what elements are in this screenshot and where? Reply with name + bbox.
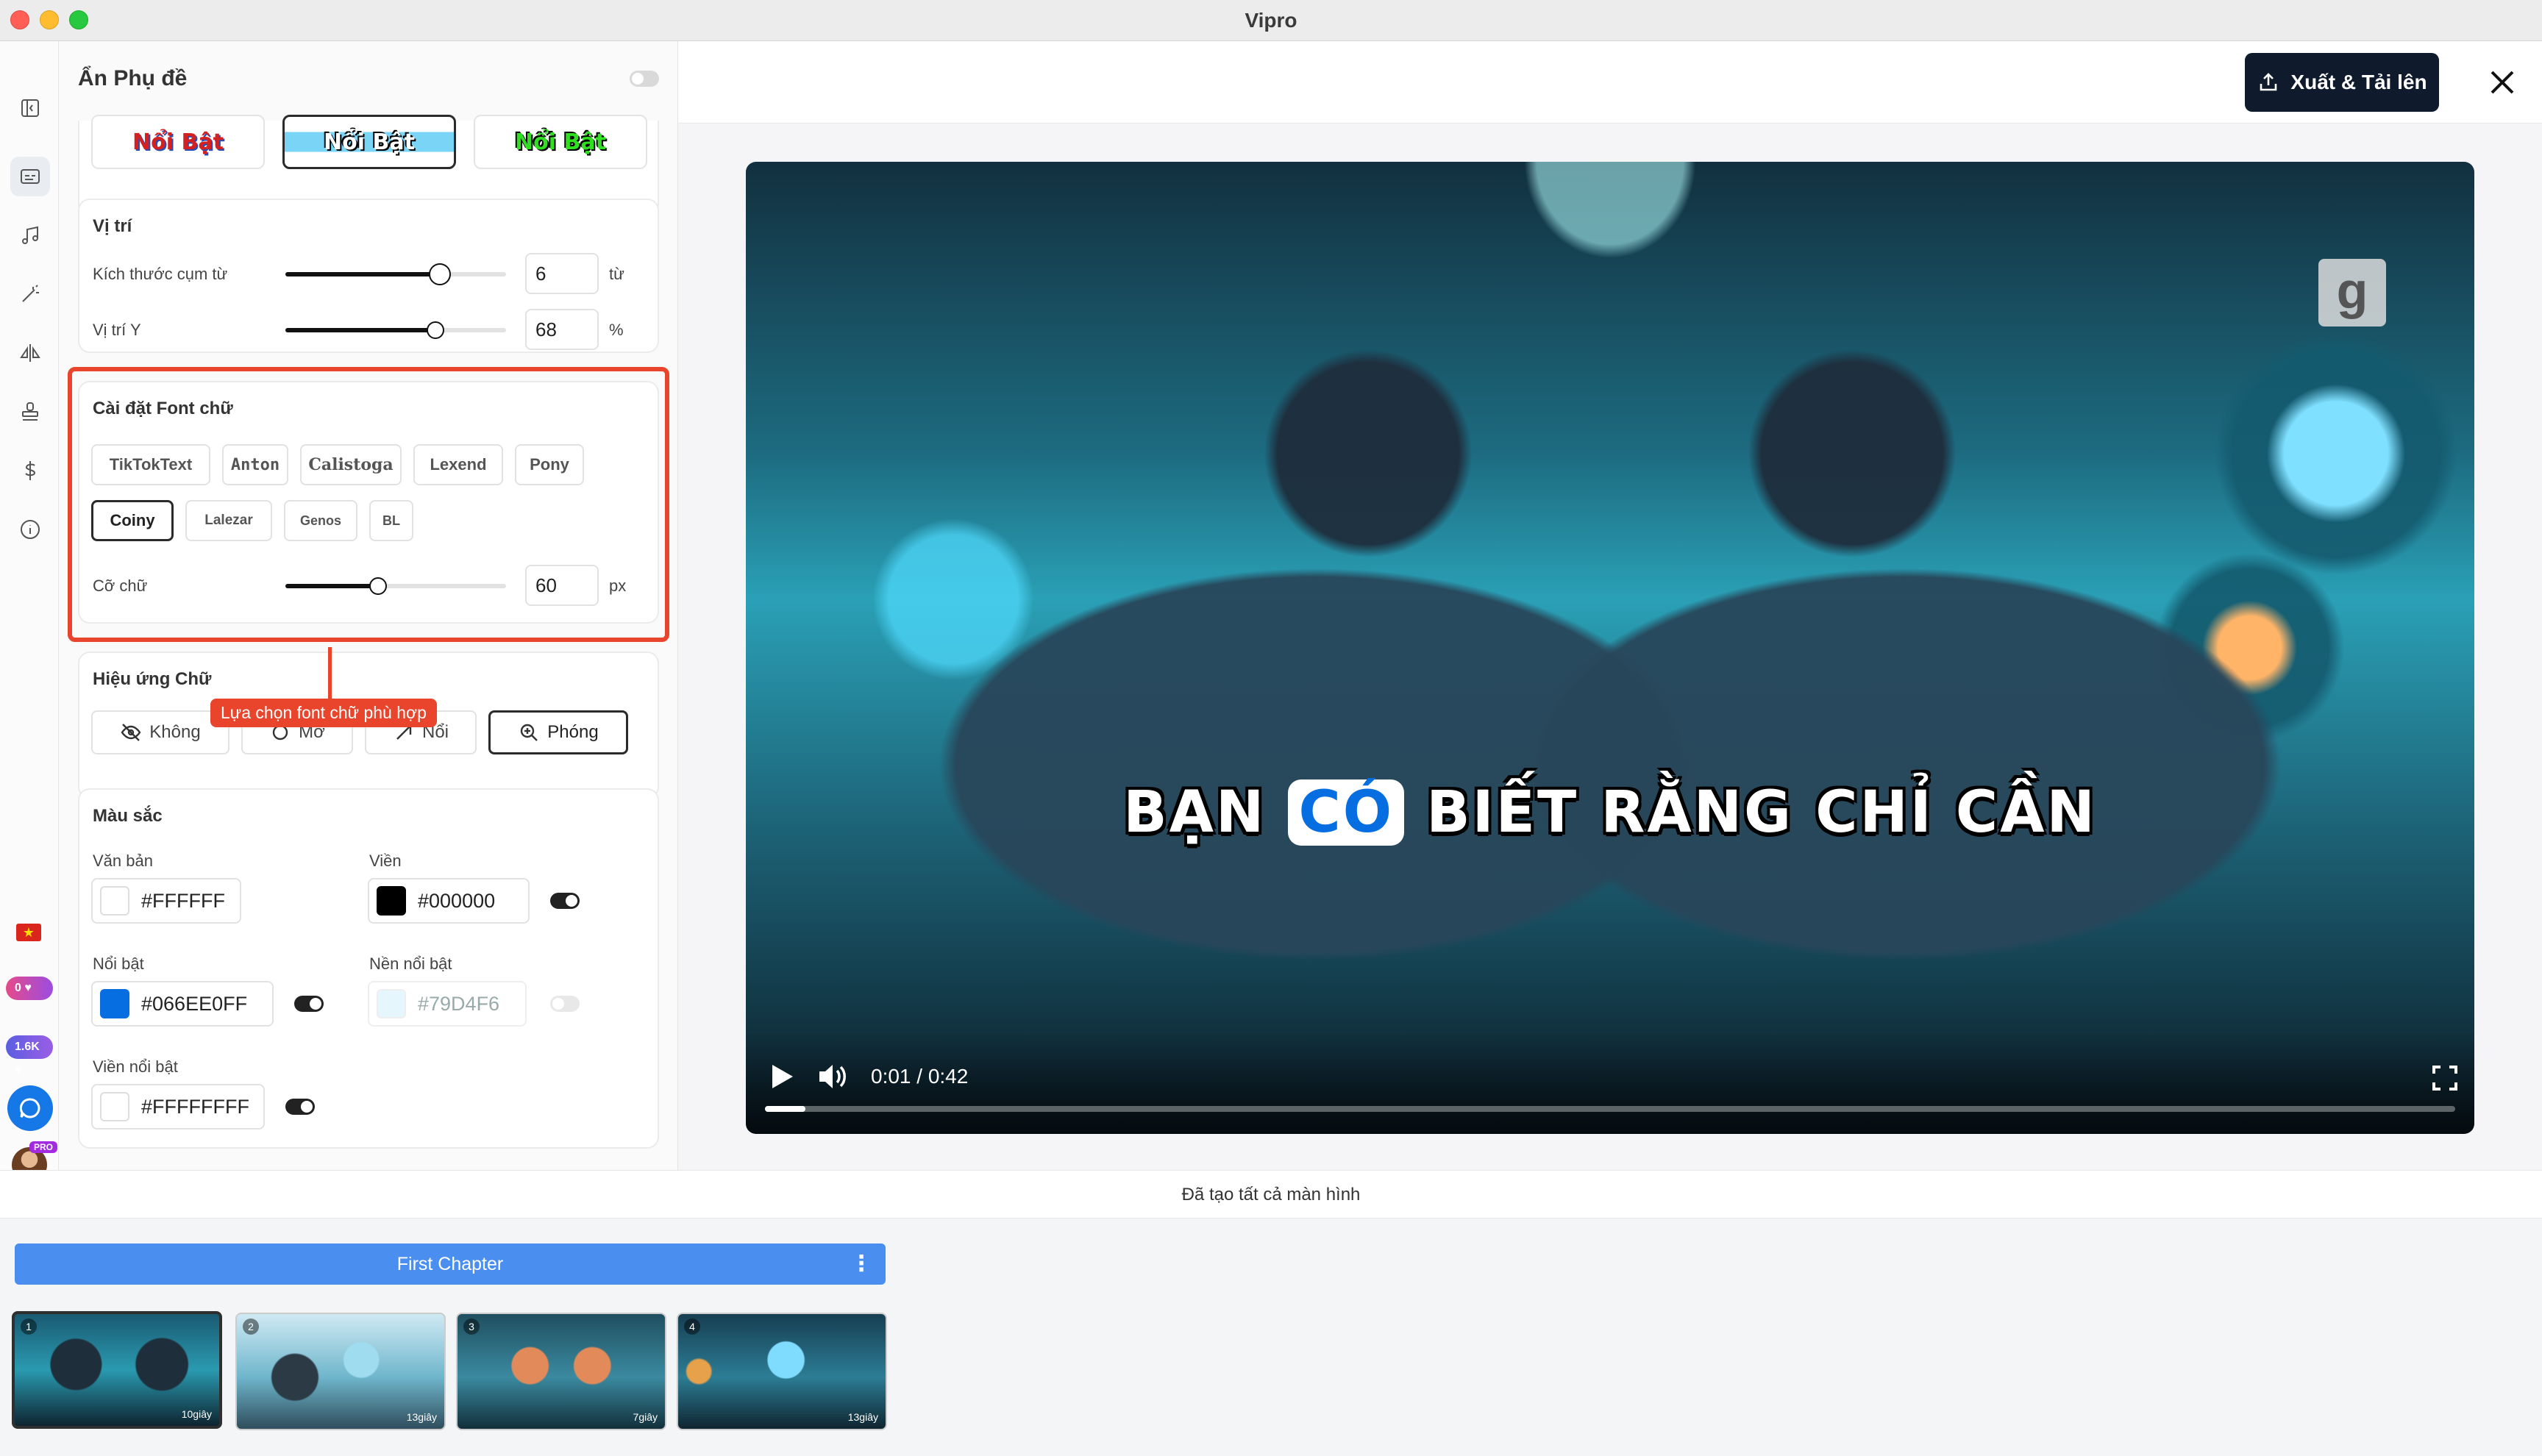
- window-titlebar: Vipro: [0, 0, 2542, 41]
- style-preset-1[interactable]: Nổi Bật: [91, 115, 265, 169]
- points-badge[interactable]: 0 ♥: [6, 977, 53, 1000]
- pro-badge: PRO: [29, 1141, 58, 1153]
- highlight-color-field[interactable]: #066EE0FF: [91, 981, 274, 1027]
- phrase-size-slider[interactable]: [285, 263, 506, 285]
- watermark-logo: g: [2318, 259, 2386, 326]
- position-title: Vị trí: [93, 216, 132, 236]
- effect-none-button[interactable]: Không: [91, 710, 229, 754]
- pos-y-unit: %: [609, 321, 624, 339]
- video-progress-bar[interactable]: [765, 1106, 2455, 1112]
- subtitle-highlighted-word: CÓ: [1288, 779, 1405, 846]
- text-color-label: Văn bản: [93, 852, 153, 870]
- chat-icon[interactable]: [7, 1085, 53, 1131]
- generation-status: Đã tạo tất cả màn hình: [0, 1170, 2542, 1218]
- icon-rail: ★ 0 ♥ 1.6K ♥ PRO: [0, 41, 59, 1182]
- highlight-color-swatch[interactable]: [100, 989, 129, 1018]
- export-upload-button[interactable]: Xuất & Tải lên: [2245, 53, 2439, 112]
- highlight-toggle[interactable]: [294, 996, 324, 1012]
- style-preset-2[interactable]: Nổi Bật: [282, 115, 456, 169]
- subtitles-icon[interactable]: [10, 157, 50, 196]
- phrase-size-input[interactable]: [525, 253, 599, 294]
- pos-y-slider[interactable]: [285, 321, 506, 339]
- highlight-border-swatch[interactable]: [100, 1092, 129, 1121]
- eye-off-icon: [121, 724, 141, 741]
- border-toggle[interactable]: [550, 893, 580, 909]
- flip-icon[interactable]: [10, 333, 50, 373]
- play-icon[interactable]: [765, 1060, 797, 1093]
- volume-icon[interactable]: [816, 1060, 850, 1093]
- app-title: Vipro: [1245, 9, 1297, 32]
- chapter-bar[interactable]: First Chapter ⋮: [15, 1243, 886, 1285]
- highlight-color-label: Nổi bật: [93, 954, 144, 973]
- subtitle-word: BẠN: [1123, 779, 1267, 846]
- phrase-size-thumb[interactable]: [429, 263, 451, 285]
- dollar-icon[interactable]: [10, 451, 50, 490]
- scene-thumbnail[interactable]: 3 7giây: [456, 1313, 666, 1430]
- callout-pointer: [328, 647, 332, 700]
- effect-zoom-button[interactable]: Phóng: [488, 710, 628, 754]
- highlight-border-toggle[interactable]: [285, 1099, 315, 1115]
- scene-timeline: First Chapter ⋮ 1 10giây 2 13giây 3 7giâ…: [0, 1218, 2542, 1456]
- fullscreen-icon[interactable]: [2432, 1065, 2458, 1091]
- hide-subtitle-label: Ẩn Phụ đề: [78, 66, 188, 90]
- pos-y-input[interactable]: [525, 309, 599, 350]
- chapter-menu-icon[interactable]: ⋮: [850, 1243, 872, 1285]
- language-flag-icon[interactable]: ★: [16, 924, 41, 941]
- border-color-swatch[interactable]: [377, 886, 406, 916]
- scene-thumbnail[interactable]: 2 13giây: [235, 1313, 446, 1430]
- followers-badge[interactable]: 1.6K ♥: [6, 1035, 53, 1077]
- highlight-bg-swatch[interactable]: [377, 989, 406, 1018]
- font-settings-highlight: [68, 367, 669, 642]
- highlight-border-field[interactable]: #FFFFFFFF: [91, 1084, 265, 1130]
- highlight-bg-label: Nền nổi bật: [369, 954, 452, 973]
- info-icon[interactable]: [10, 510, 50, 549]
- subtitle-word: CẦN: [1955, 779, 2097, 846]
- music-icon[interactable]: [10, 215, 50, 255]
- phrase-size-unit: từ: [609, 265, 624, 283]
- collapse-sidebar-icon[interactable]: [10, 88, 50, 128]
- border-color-label: Viền: [369, 852, 402, 870]
- zoom-in-icon: [521, 724, 538, 741]
- pos-y-thumb[interactable]: [427, 321, 444, 339]
- border-color-field[interactable]: #000000: [368, 878, 530, 924]
- highlight-border-label: Viền nổi bật: [93, 1057, 178, 1076]
- upload-icon: [2260, 73, 2277, 91]
- text-color-swatch[interactable]: [100, 886, 129, 916]
- subtitle-word: BIẾT: [1426, 779, 1579, 846]
- style-preset-3[interactable]: Nổi Bật: [474, 115, 647, 169]
- highlight-bg-field[interactable]: #79D4F6: [368, 981, 527, 1027]
- position-card: Vị trí Kích thước cụm từ từ Vị trí Y %: [78, 199, 659, 353]
- colors-card: Màu sắc Văn bản #FFFFFF Viền #000000 Nổi…: [78, 788, 659, 1149]
- close-icon[interactable]: [2485, 65, 2520, 100]
- subtitle-overlay: BẠN CÓ BIẾT RẰNG CHỈ CẦN: [746, 779, 2474, 846]
- subtitle-word: CHỈ: [1815, 779, 1934, 846]
- colors-title: Màu sắc: [93, 806, 163, 826]
- font-callout-tooltip: Lựa chọn font chữ phù hợp: [210, 699, 437, 727]
- video-time: 0:01 / 0:42: [871, 1065, 969, 1088]
- stamp-icon[interactable]: [10, 392, 50, 432]
- pos-y-label: Vị trí Y: [93, 321, 141, 339]
- hide-subtitle-toggle[interactable]: [630, 71, 659, 87]
- highlight-bg-toggle[interactable]: [550, 996, 580, 1012]
- video-controls: 0:01 / 0:42: [746, 1031, 2474, 1134]
- subtitle-word: RẰNG: [1601, 779, 1794, 846]
- magic-wand-icon[interactable]: [10, 274, 50, 314]
- video-player[interactable]: g BẠN CÓ BIẾT RẰNG CHỈ CẦN 0:01 / 0:42: [746, 162, 2474, 1134]
- phrase-size-label: Kích thước cụm từ: [93, 265, 228, 283]
- scene-thumbnail[interactable]: 1 10giây: [12, 1311, 222, 1429]
- text-effects-title: Hiệu ứng Chữ: [93, 669, 212, 689]
- scene-thumbnail[interactable]: 4 13giây: [677, 1313, 887, 1430]
- text-color-field[interactable]: #FFFFFF: [91, 878, 241, 924]
